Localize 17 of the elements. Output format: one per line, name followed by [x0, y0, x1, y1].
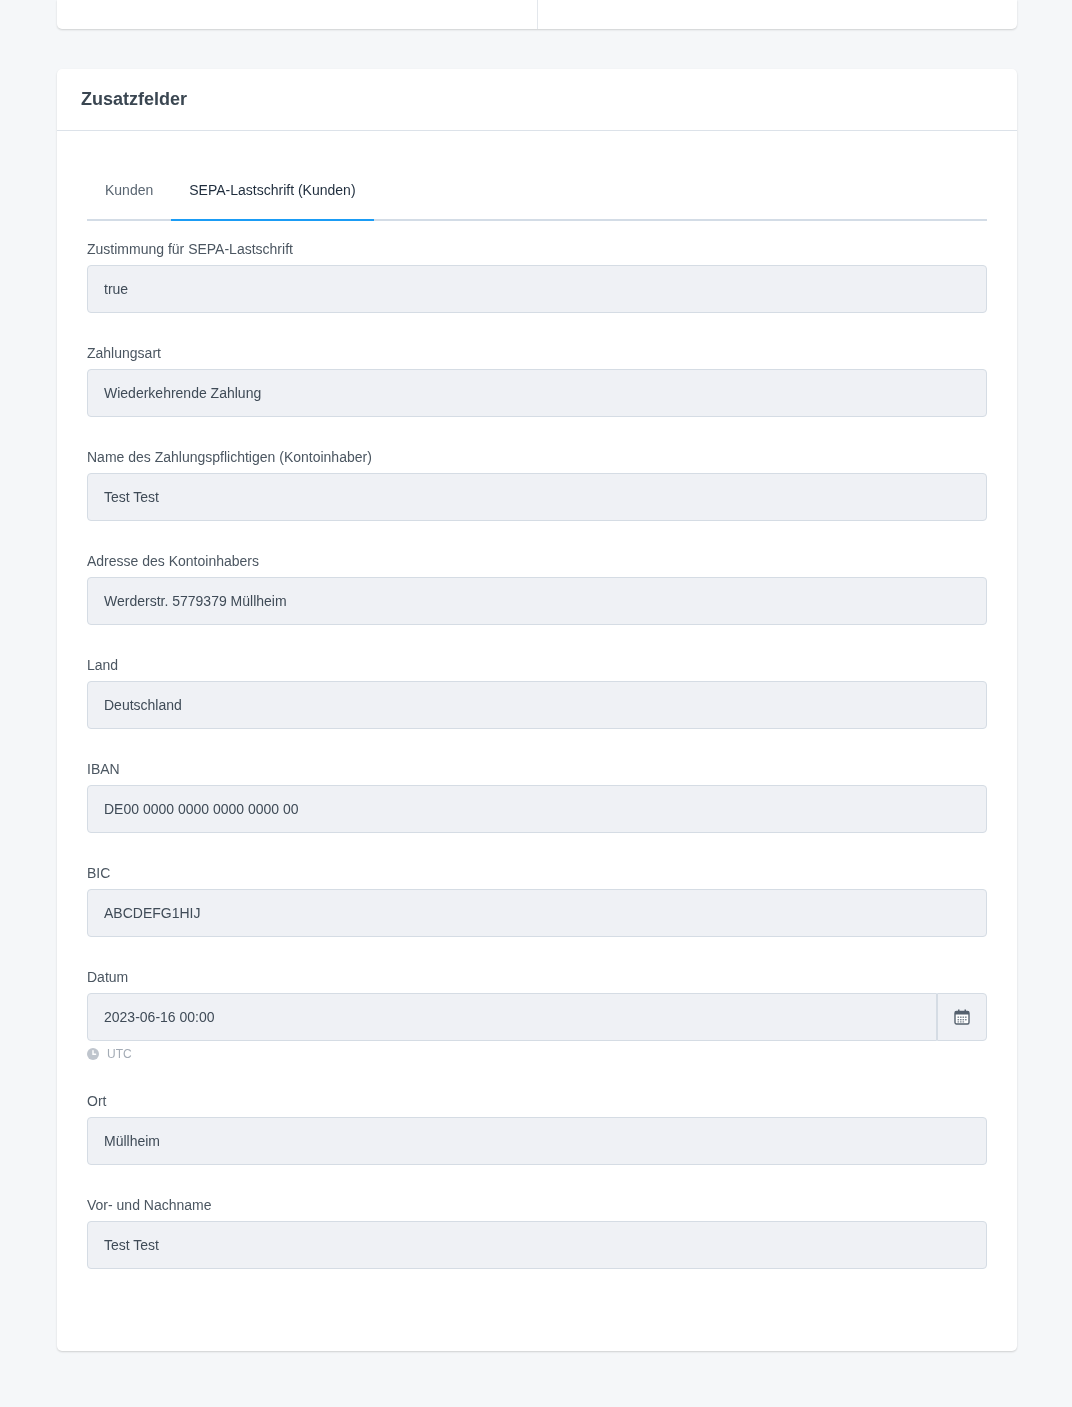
field-label: Vor- und Nachname — [87, 1197, 212, 1214]
panel-title: Zusatzfelder — [81, 89, 188, 110]
field-label: Datum — [87, 969, 129, 986]
timezone-hint: UTC — [107, 1047, 132, 1061]
field-label: Zustimmung für SEPA-Lastschrift — [87, 241, 293, 258]
field-label: Adresse des Kontoinhabers — [87, 553, 259, 570]
field-label: BIC — [87, 865, 111, 882]
field-label: Zahlungsart — [87, 345, 161, 362]
calendar-icon — [954, 1009, 970, 1025]
tab[interactable]: Kunden — [87, 161, 172, 221]
field-label: Name des Zahlungspflichtigen (Kontoinhaber) — [87, 449, 372, 466]
field-label: IBAN — [87, 761, 120, 778]
field-label: Ort — [87, 1093, 107, 1110]
field-label: Land — [87, 657, 119, 674]
tab[interactable]: SEPA-Lastschrift (Kunden) — [171, 161, 374, 221]
calendar-button[interactable] — [937, 993, 987, 1041]
clock-icon — [87, 1048, 99, 1060]
